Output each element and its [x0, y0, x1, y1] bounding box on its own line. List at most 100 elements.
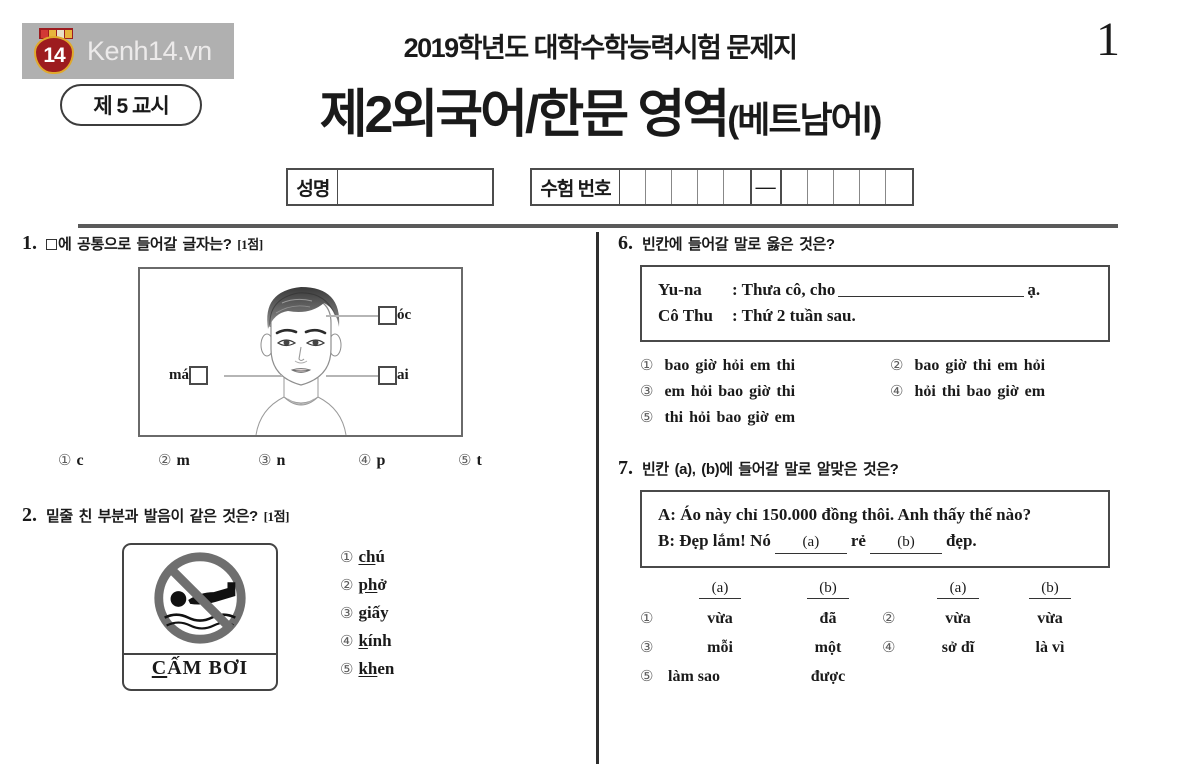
question-7-option-1-mark[interactable]: ① [640, 609, 666, 628]
dialogue-speaker: Yu-na [658, 280, 702, 299]
question-7-option-2-mark[interactable]: ② [882, 609, 912, 628]
question-1-options: ①c ②m ③n ④p ⑤t [58, 451, 558, 470]
option-mark: ④ [340, 634, 354, 650]
option-text: t [476, 452, 482, 469]
question-7-option-2-a: vừa [945, 610, 971, 627]
question-2-body: CẤM BƠI ① chú ② phở ③ giấy ④ kính ⑤ khen [122, 543, 582, 691]
question-6-prompt: 빈칸에 들어갈 말로 옳은 것은? [642, 236, 835, 253]
question-6-option-1[interactable]: ① bao giờ hỏi em thi [640, 356, 890, 375]
question-7-number: 7. [618, 457, 633, 479]
question-7-option-3-mark[interactable]: ③ [640, 638, 666, 657]
option-mark: ① [340, 550, 354, 566]
digit-cell[interactable] [672, 170, 698, 204]
option-text: iấy [366, 603, 389, 622]
question-1-option-2[interactable]: ②m [158, 451, 258, 470]
face-illustration [226, 273, 376, 436]
question-1-figure: óc ai má [138, 267, 463, 437]
option-text: p [376, 452, 386, 469]
exam-number-right-cells[interactable] [782, 170, 912, 204]
question-6-option-3[interactable]: ③ em hỏi bao giờ thi [640, 382, 890, 401]
digit-cell[interactable] [860, 170, 886, 204]
figure-label-oc: óc [378, 306, 411, 325]
question-7-option-1-a: vừa [707, 610, 733, 627]
question-2-option-5[interactable]: ⑤ khen [340, 659, 394, 679]
option-underlined: kh [358, 659, 378, 678]
question-7-option-4-mark[interactable]: ④ [882, 638, 912, 657]
question-7-dialogue-box: A: Áo này chỉ 150.000 đồng thôi. Anh thấ… [640, 490, 1110, 568]
question-7-heading: 7. 빈칸 (a), (b)에 들어갈 말로 알맞은 것은? [618, 457, 1178, 480]
question-7-prompt: 빈칸 (a), (b)에 들어갈 말로 알맞은 것은? [642, 461, 899, 478]
question-7-option-1-b: đã [819, 610, 837, 627]
question-7-option-5-a: làm sao [668, 668, 720, 685]
digit-cell[interactable] [782, 170, 808, 204]
option-text: bao giờ thi em hỏi [914, 357, 1046, 374]
exam-number-left-cells[interactable] [620, 170, 750, 204]
question-2-heading: 2. 밑줄 친 부분과 발음이 같은 것은? [1점] [22, 504, 582, 527]
dialogue-line: Cô Thu: Thứ 2 tuần sau. [658, 303, 1092, 329]
question-7-option-5-mark[interactable]: ⑤ [640, 667, 666, 686]
question-2-option-1[interactable]: ① chú [340, 547, 394, 567]
question-6-number: 6. [618, 232, 633, 254]
question-1: 1. 에 공통으로 들어갈 글자는? [1점] óc ai má ① c ② m… [22, 232, 582, 470]
page-number: 1 [1096, 13, 1120, 66]
question-1-option-5[interactable]: ⑤t [458, 451, 558, 470]
dialogue-speaker: A [658, 505, 671, 524]
dialogue-line: A: Áo này chỉ 150.000 đồng thôi. Anh thấ… [658, 505, 1032, 524]
question-6-option-2[interactable]: ② bao giờ thi em hỏi [890, 356, 1140, 375]
column-header-b: (b) [1029, 580, 1071, 599]
digit-cell[interactable] [808, 170, 834, 204]
figure-label-ma-text: má [169, 367, 189, 383]
blank-box-ma [189, 366, 208, 385]
question-2-option-3[interactable]: ③ giấy [340, 603, 394, 623]
dialogue-speaker: Cô Thu [658, 305, 713, 325]
option-text: m [176, 452, 190, 469]
option-text: ở [377, 575, 387, 594]
question-6: 6. 빈칸에 들어갈 말로 옳은 것은? Yu-na: Thưa cô, cho… [618, 232, 1178, 427]
option-text: c [76, 452, 84, 469]
option-mark: ⑤ [340, 662, 354, 678]
option-text: hỏi thi bao giờ em [914, 383, 1046, 400]
option-mark: ② [890, 358, 904, 374]
question-2-options: ① chú ② phở ③ giấy ④ kính ⑤ khen [340, 543, 394, 691]
question-7-option-2-b: vừa [1037, 610, 1063, 627]
digit-cell[interactable] [646, 170, 672, 204]
question-1-option-4[interactable]: ④p [358, 451, 458, 470]
figure-label-oc-text: óc [397, 307, 412, 323]
option-text: ú [375, 547, 385, 566]
question-7: 7. 빈칸 (a), (b)에 들어갈 말로 알맞은 것은? A: Áo này… [618, 457, 1178, 686]
column-header-a: (a) [937, 580, 979, 599]
option-text: n [276, 452, 286, 469]
dialogue-blank [838, 281, 1025, 297]
digit-cell[interactable] [834, 170, 860, 204]
question-2-option-4[interactable]: ④ kính [340, 631, 394, 651]
dialogue-text: Thứ 2 tuần sau. [741, 305, 856, 325]
option-underlined: ph [358, 575, 378, 594]
question-1-option-3[interactable]: ③n [258, 451, 358, 470]
question-6-option-5[interactable]: ⑤ thi hỏi bao giờ em [640, 408, 890, 427]
option-mark: ④ [358, 453, 372, 469]
dialogue-text-before: Thưa cô, cho [741, 280, 836, 299]
option-underlined: g [358, 603, 367, 622]
digit-cell[interactable] [698, 170, 724, 204]
leader-line-ma [224, 375, 282, 377]
option-text: ính [367, 631, 392, 650]
question-6-option-4[interactable]: ④ hỏi thi bao giờ em [890, 382, 1140, 401]
digit-cell[interactable] [724, 170, 750, 204]
question-1-heading: 1. 에 공통으로 들어갈 글자는? [1점] [22, 232, 582, 255]
name-input[interactable] [338, 170, 492, 204]
question-7-option-4-a: sở dĩ [941, 639, 975, 656]
page-title: 제2외국어/한문 영역(베트남어Ⅰ) [0, 72, 1200, 147]
name-field-group: 성명 [286, 168, 495, 206]
digit-cell[interactable] [620, 170, 646, 204]
column-divider [596, 232, 599, 764]
figure-label-ai: ai [378, 366, 409, 385]
question-2-points: [1점] [263, 509, 290, 524]
question-1-prompt-text: 에 공통으로 들어갈 글자는? [58, 236, 232, 253]
digit-cell[interactable] [886, 170, 912, 204]
question-2-option-2[interactable]: ② phở [340, 575, 394, 595]
question-1-prompt: 에 공통으로 들어갈 글자는? [1점] [46, 233, 263, 254]
question-1-points: [1점] [237, 237, 263, 252]
question-1-option-1[interactable]: ①c [58, 451, 158, 470]
figure-label-ma: má [169, 366, 208, 385]
question-2-prompt: 밑줄 친 부분과 발음이 같은 것은? [1점] [46, 505, 290, 526]
